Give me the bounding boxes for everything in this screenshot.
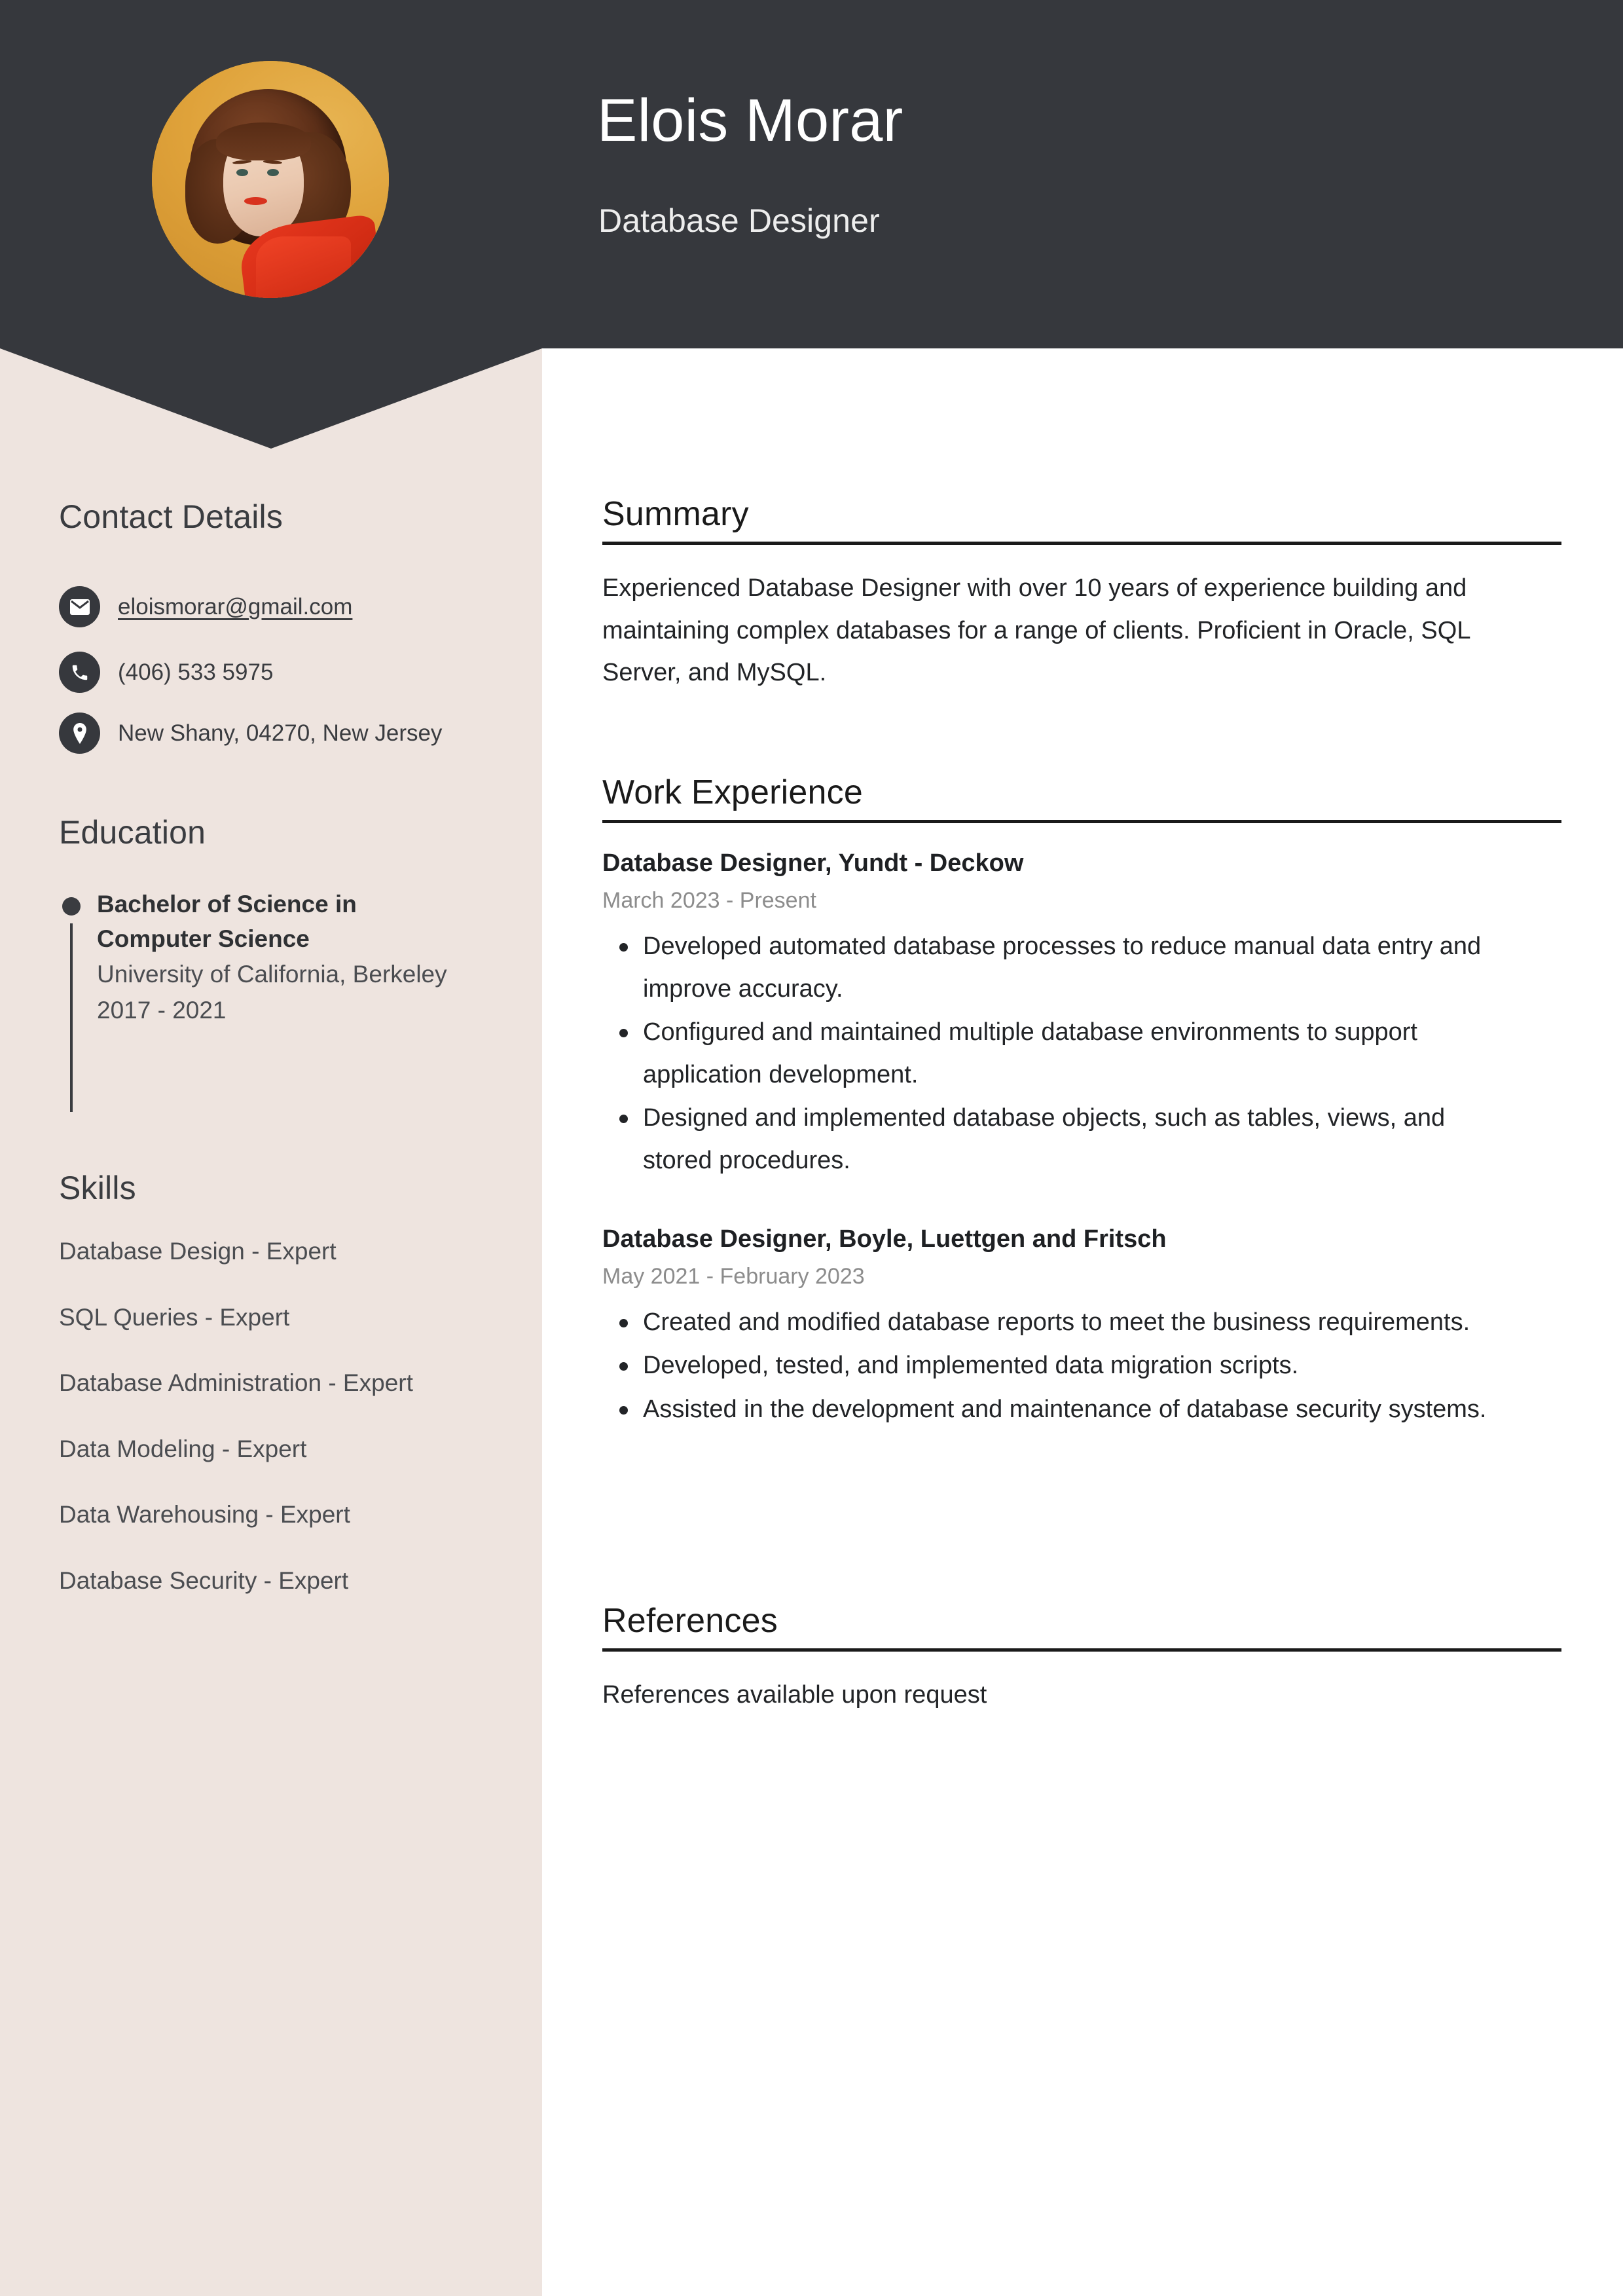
section-divider (602, 1648, 1561, 1652)
education-school: University of California, Berkeley (97, 961, 447, 988)
job-title: Database Designer, Boyle, Luettgen and F… (602, 1225, 1167, 1253)
timeline-line (70, 923, 73, 1112)
job-title: Database Designer, Yundt - Deckow (602, 849, 1024, 877)
summary-text: Experienced Database Designer with over … (602, 574, 1470, 687)
education-dates: 2017 - 2021 (97, 996, 227, 1024)
resume-page: Elois Morar Database Designer Contact De… (0, 0, 1623, 2296)
phone-icon (59, 652, 100, 693)
job-bullet: Created and modified database reports to… (602, 1301, 1519, 1344)
avatar (152, 61, 389, 298)
skills-list: Database Design - Expert SQL Queries - E… (59, 1234, 511, 1629)
timeline-dot-icon (62, 897, 81, 916)
work-experience-section: Work Experience Database Designer, Yundt… (602, 773, 1561, 1445)
job-bullet: Configured and maintained multiple datab… (602, 1011, 1519, 1096)
job-bullet: Developed automated database processes t… (602, 925, 1519, 1010)
contact-details-heading: Contact Details (59, 498, 283, 535)
education-item: Bachelor of Science in Computer Science … (59, 887, 517, 1112)
envelope-icon (59, 586, 100, 627)
education-heading: Education (59, 814, 206, 851)
summary-heading: Summary (602, 495, 749, 533)
references-text: References available upon request (602, 1681, 987, 1709)
education-degree: Bachelor of Science in Computer Science (97, 891, 357, 952)
profile-photo (152, 61, 389, 298)
skill-item: Data Warehousing - Expert (59, 1501, 350, 1528)
skills-heading: Skills (59, 1170, 136, 1206)
job-bullet-list: Created and modified database reports to… (602, 1301, 1561, 1431)
section-divider (602, 820, 1561, 823)
skill-item: Database Administration - Expert (59, 1369, 413, 1397)
contact-item-email[interactable]: eloismorar@gmail.com (59, 586, 352, 627)
skill-item: Database Design - Expert (59, 1238, 337, 1265)
job-entry: Database Designer, Yundt - Deckow March … (602, 845, 1561, 1182)
location-pin-icon (59, 713, 100, 754)
candidate-job-title: Database Designer (598, 202, 880, 239)
job-entry: Database Designer, Boyle, Luettgen and F… (602, 1221, 1561, 1431)
job-bullet: Designed and implemented database object… (602, 1097, 1519, 1181)
job-bullet-list: Developed automated database processes t… (602, 925, 1561, 1182)
email-value[interactable]: eloismorar@gmail.com (118, 594, 352, 620)
candidate-name: Elois Morar (597, 87, 903, 154)
job-bullet: Developed, tested, and implemented data … (602, 1344, 1519, 1387)
job-dates: May 2021 - February 2023 (602, 1263, 865, 1289)
address-value: New Shany, 04270, New Jersey (118, 720, 443, 746)
references-section: References References available upon req… (602, 1601, 1561, 1716)
work-experience-heading: Work Experience (602, 773, 863, 811)
contact-item-phone[interactable]: (406) 533 5975 (59, 652, 273, 693)
phone-value: (406) 533 5975 (118, 659, 274, 685)
job-bullet: Assisted in the development and maintena… (602, 1388, 1519, 1431)
skill-item: Database Security - Expert (59, 1566, 349, 1594)
references-heading: References (602, 1602, 778, 1640)
skill-item: SQL Queries - Expert (59, 1303, 290, 1331)
skill-item: Data Modeling - Expert (59, 1435, 307, 1462)
job-dates: March 2023 - Present (602, 888, 816, 914)
summary-section: Summary Experienced Database Designer wi… (602, 494, 1561, 694)
section-divider (602, 542, 1561, 545)
contact-item-address[interactable]: New Shany, 04270, New Jersey (59, 713, 442, 754)
